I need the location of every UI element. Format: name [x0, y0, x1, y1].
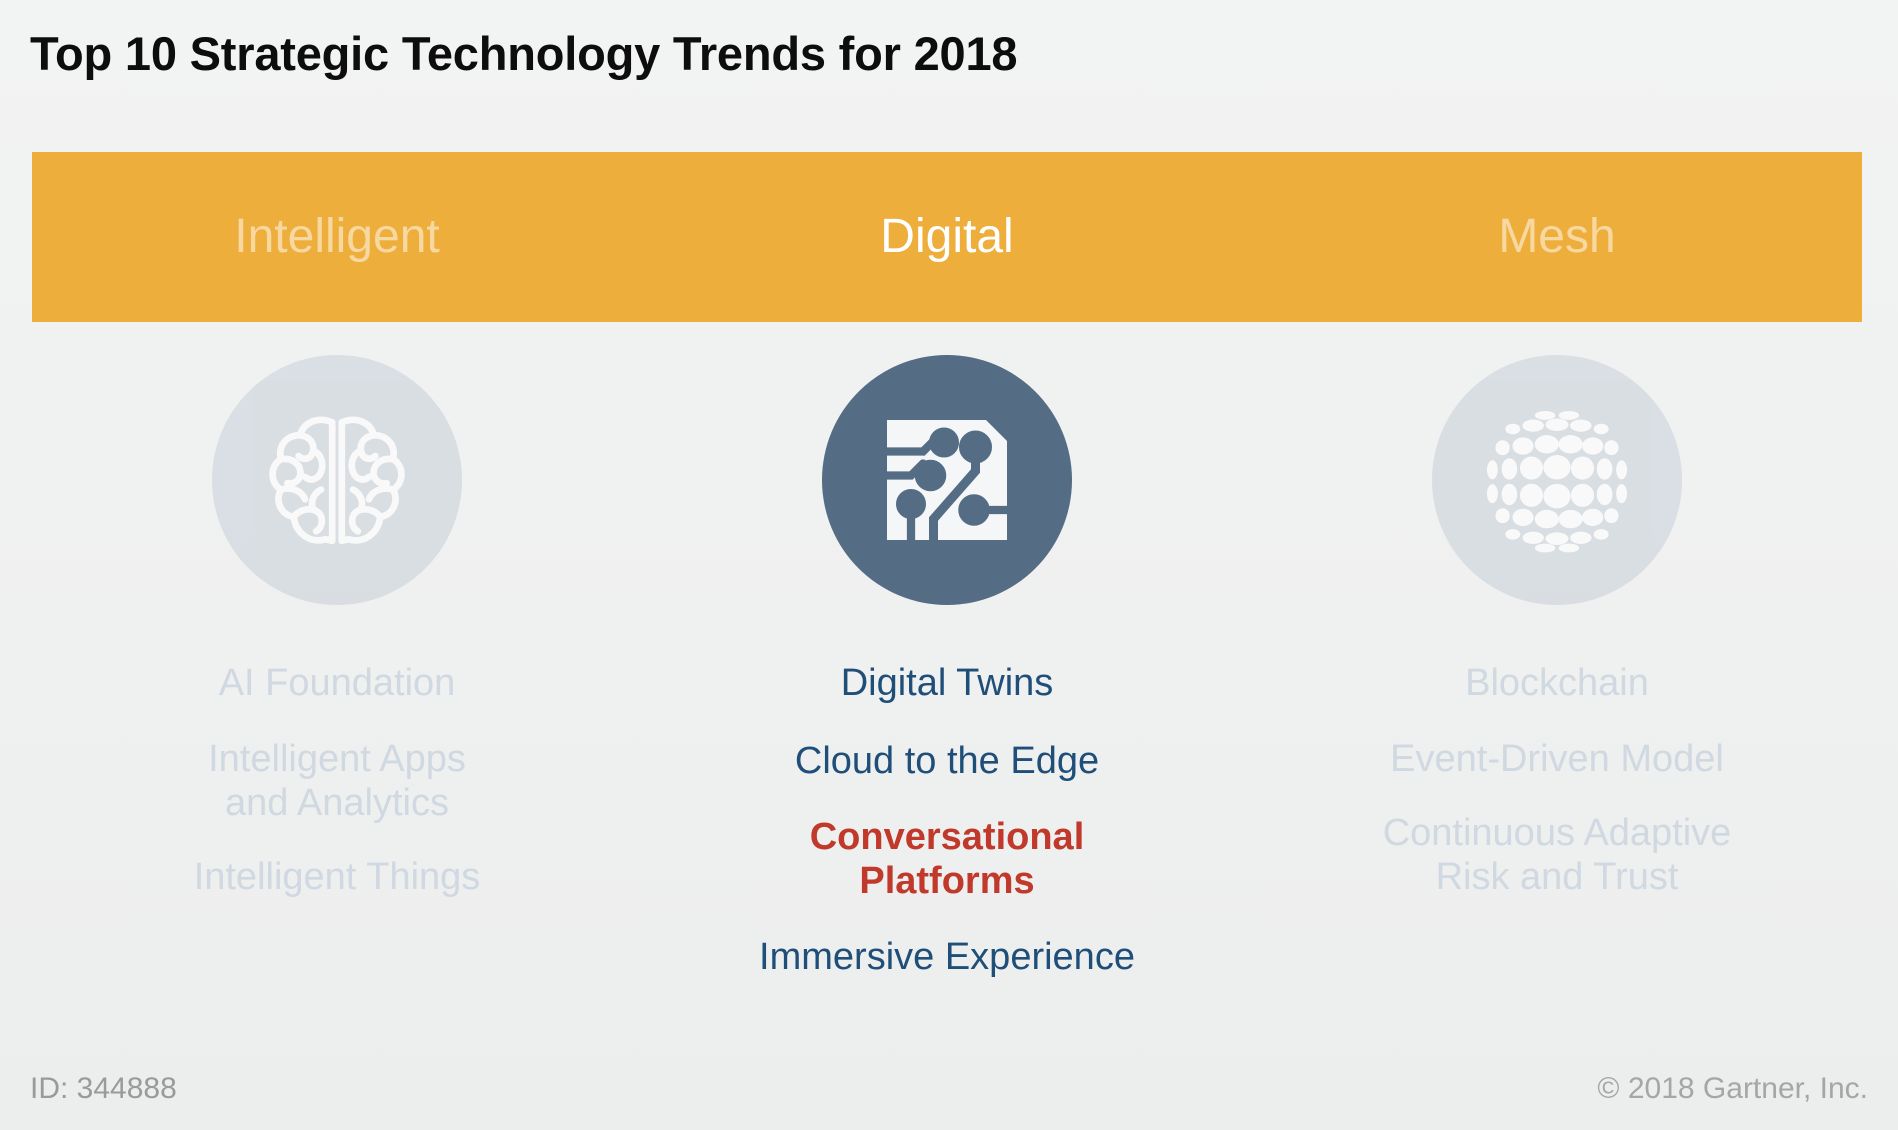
trend-item[interactable]: Digital Twins [841, 661, 1054, 705]
trend-list-intelligent: AI Foundation Intelligent Apps and Analyt… [32, 661, 642, 929]
brain-icon [212, 355, 462, 605]
trend-item[interactable]: Intelligent Things [194, 855, 481, 899]
column-intelligent: AI Foundation Intelligent Apps and Analyt… [32, 340, 642, 1060]
trend-item[interactable]: AI Foundation [219, 661, 456, 705]
trend-list-digital: Digital Twins Cloud to the Edge Conversa… [642, 661, 1252, 1009]
trend-item-highlighted[interactable]: Conversational Platforms [810, 815, 1085, 903]
trend-item[interactable]: Continuous Adaptive Risk and Trust [1383, 811, 1732, 899]
column-digital: Digital Twins Cloud to the Edge Conversa… [642, 340, 1252, 1060]
trend-columns: AI Foundation Intelligent Apps and Analyt… [32, 340, 1862, 1060]
trend-item[interactable]: Intelligent Apps and Analytics [208, 737, 466, 825]
category-label-intelligent[interactable]: Intelligent [32, 213, 642, 261]
footer-id: ID: 344888 [30, 1072, 177, 1105]
footer: ID: 344888 © 2018 Gartner, Inc. [30, 1072, 1868, 1106]
category-label-digital[interactable]: Digital [642, 213, 1252, 261]
trend-item[interactable]: Blockchain [1465, 661, 1649, 705]
trend-item[interactable]: Immersive Experience [759, 935, 1135, 979]
globe-mesh-icon [1432, 355, 1682, 605]
category-label-mesh[interactable]: Mesh [1252, 213, 1862, 261]
footer-copyright: © 2018 Gartner, Inc. [1597, 1072, 1868, 1105]
trend-item[interactable]: Cloud to the Edge [795, 739, 1099, 783]
trend-item[interactable]: Event-Driven Model [1390, 737, 1724, 781]
page-title: Top 10 Strategic Technology Trends for 2… [30, 27, 1018, 80]
trend-list-mesh: Blockchain Event-Driven Model Continuous… [1252, 661, 1862, 929]
category-bar: Intelligent Digital Mesh [32, 152, 1862, 322]
slide-root: Top 10 Strategic Technology Trends for 2… [0, 0, 1898, 1130]
column-mesh: Blockchain Event-Driven Model Continuous… [1252, 340, 1862, 1060]
circuit-chip-icon [822, 355, 1072, 605]
